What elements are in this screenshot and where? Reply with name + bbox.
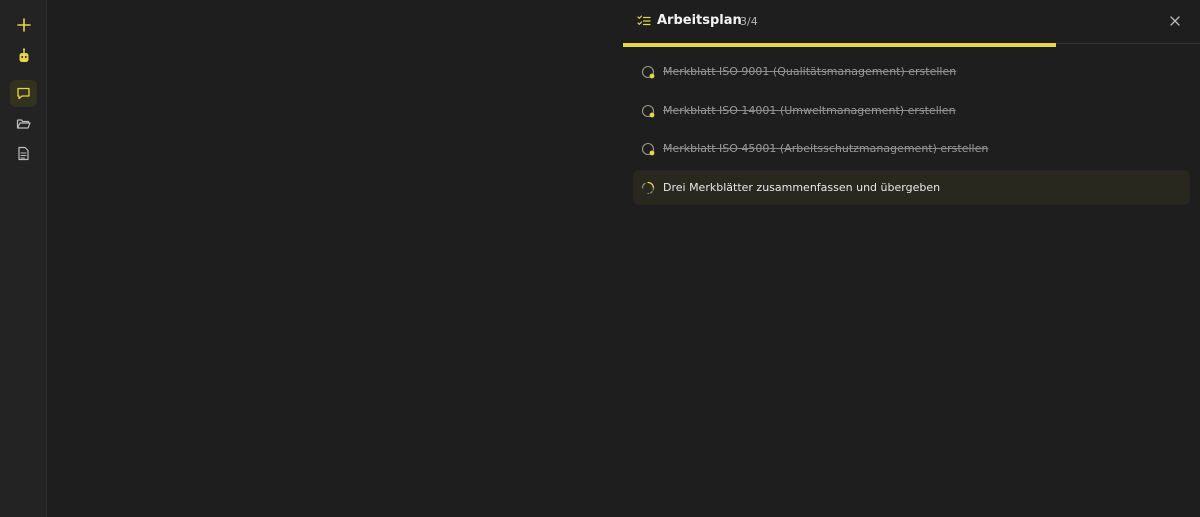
app-window: Arbeitsplan 3/4 Merkblatt ISO 9001 (Qual… [0, 0, 1200, 517]
robot-icon [19, 47, 28, 62]
work-plan-panel: Arbeitsplan 3/4 Merkblatt ISO 9001 (Qual… [623, 0, 1200, 517]
task-label: Drei Merkblätter zusammenfassen und über… [663, 180, 941, 194]
main-area [47, 0, 623, 517]
task-spinner-icon [641, 181, 655, 194]
left-rail [0, 0, 47, 517]
panel-header: Arbeitsplan 3/4 [623, 0, 1200, 44]
assistant-button[interactable] [10, 42, 37, 69]
files-button[interactable] [10, 110, 37, 137]
task-done-icon [641, 104, 655, 117]
task-item[interactable]: Merkblatt ISO 9001 (Qualitätsmanagement)… [633, 54, 1190, 89]
document-icon [18, 146, 29, 161]
close-icon [1170, 16, 1180, 26]
new-button[interactable] [10, 11, 37, 38]
task-list: Merkblatt ISO 9001 (Qualitätsmanagement)… [633, 54, 1190, 208]
documents-button[interactable] [10, 140, 37, 167]
chat-bubble-icon [17, 87, 30, 100]
folder-open-icon [16, 118, 31, 129]
progress-bar-fill [623, 43, 1056, 47]
task-done-icon [641, 142, 655, 156]
plus-icon [16, 17, 31, 32]
task-done-icon [641, 65, 655, 79]
task-item[interactable]: Drei Merkblätter zusammenfassen und über… [633, 169, 1190, 205]
task-item[interactable]: Merkblatt ISO 45001 (Arbeitsschutzmanage… [633, 131, 1190, 166]
progress-bar [623, 43, 1200, 47]
task-label: Merkblatt ISO 9001 (Qualitätsmanagement)… [663, 65, 957, 78]
task-label: Merkblatt ISO 45001 (Arbeitsschutzmanage… [663, 142, 989, 155]
chat-button[interactable] [10, 80, 37, 107]
progress-count: 3/4 [740, 15, 758, 28]
panel-title: Arbeitsplan [657, 13, 742, 28]
task-label: Merkblatt ISO 14001 (Umweltmanagement) e… [663, 103, 956, 117]
task-item[interactable]: Merkblatt ISO 14001 (Umweltmanagement) e… [633, 93, 1190, 128]
checklist-icon [637, 15, 651, 26]
close-button[interactable] [1167, 13, 1183, 29]
